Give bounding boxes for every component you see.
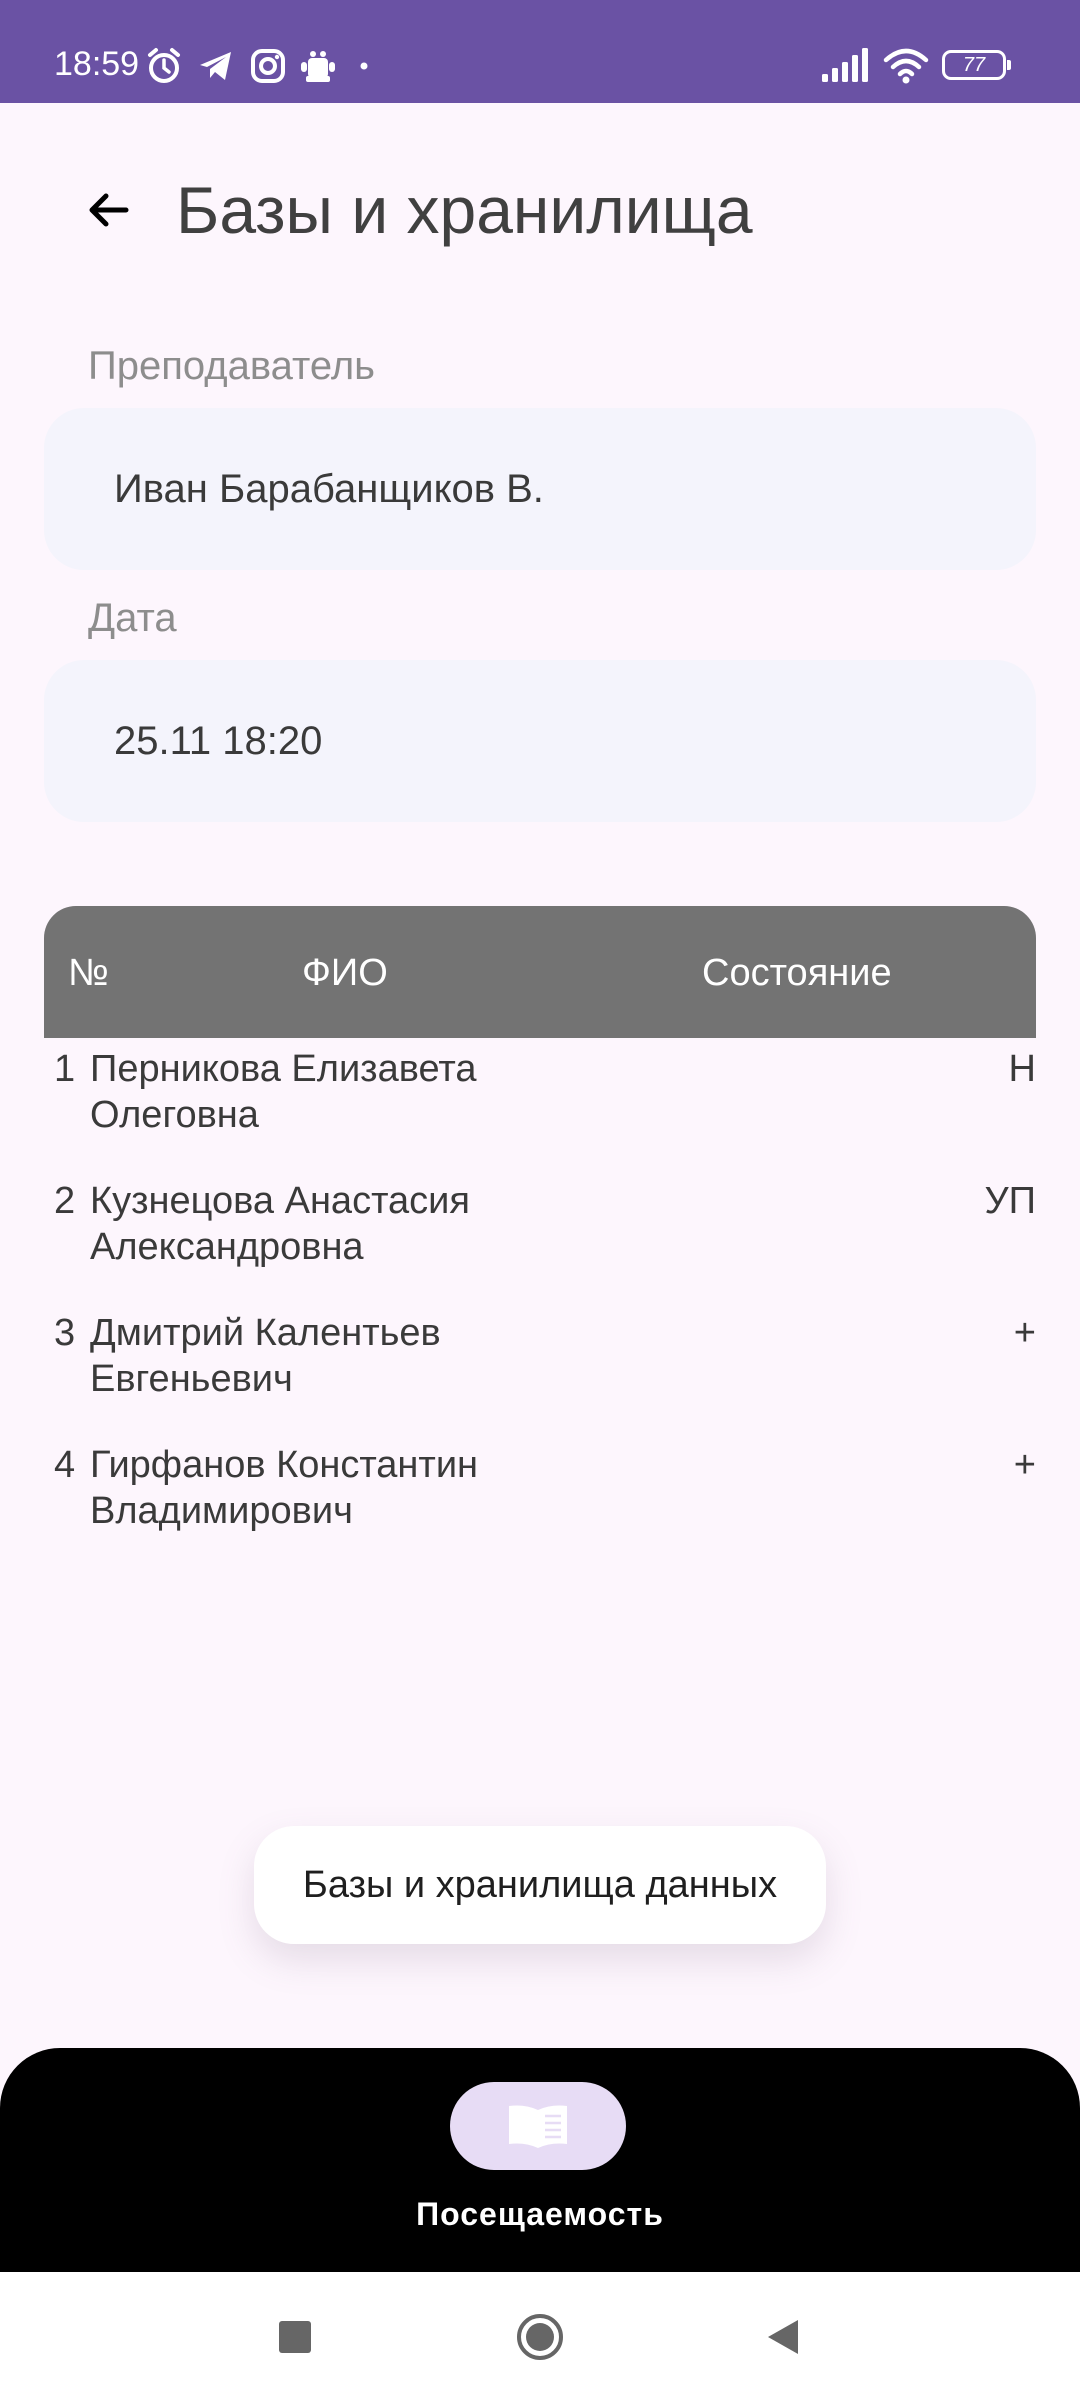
row-state[interactable]: УП: [985, 1178, 1036, 1224]
toast: Базы и хранилища данных: [254, 1826, 826, 1944]
date-value: 25.11 18:20: [114, 719, 323, 763]
table-header: № ФИО Состояние: [44, 906, 1036, 1038]
arrow-left-icon: [89, 193, 129, 227]
column-header-name: ФИО: [302, 952, 388, 994]
row-name: Кузнецова Анастасия Александровна: [90, 1180, 470, 1268]
recents-button[interactable]: [270, 2312, 320, 2362]
table-row[interactable]: 2 Кузнецова Анастасия Александровна УП: [44, 1178, 1036, 1310]
teacher-field[interactable]: Иван Барабанщиков В.: [44, 408, 1036, 570]
date-label: Дата: [88, 596, 177, 640]
wifi-icon: [883, 48, 929, 84]
signal-icon: [822, 48, 868, 82]
home-button[interactable]: [515, 2312, 565, 2362]
row-state[interactable]: +: [1014, 1442, 1036, 1488]
system-nav: [0, 2272, 1080, 2400]
nav-item-attendance[interactable]: [450, 2082, 626, 2170]
date-field[interactable]: 25.11 18:20: [44, 660, 1036, 822]
row-number: 1: [54, 1048, 76, 1090]
table-row[interactable]: 3 Дмитрий Калентьев Евгеньевич +: [44, 1310, 1036, 1442]
table-row[interactable]: 4 Гирфанов Константин Владимирович +: [44, 1442, 1036, 1574]
page-title: Базы и хранилища: [176, 173, 753, 247]
nav-label-attendance[interactable]: Посещаемость: [0, 2194, 1080, 2234]
row-number: 3: [54, 1312, 76, 1354]
teacher-label: Преподаватель: [88, 344, 375, 388]
battery-level: 77: [962, 54, 986, 76]
teacher-value: Иван Барабанщиков В.: [114, 467, 544, 511]
column-header-state: Состояние: [702, 952, 892, 994]
recents-icon: [279, 2321, 311, 2353]
dot-icon: [360, 62, 368, 70]
system-back-button[interactable]: [758, 2312, 808, 2362]
toast-text: Базы и хранилища данных: [302, 1864, 778, 1906]
battery-icon: 77: [942, 50, 1011, 80]
row-name: Перникова Елизавета Олеговна: [90, 1048, 477, 1136]
alarm-icon: [148, 48, 180, 83]
row-state[interactable]: Н: [1009, 1046, 1036, 1092]
bottom-nav: Посещаемость: [0, 2048, 1080, 2272]
telegram-icon: [200, 52, 231, 80]
table-row[interactable]: 1 Перникова Елизавета Олеговна Н: [44, 1046, 1036, 1178]
status-time: 18:59: [54, 45, 140, 83]
app-icon: [301, 51, 335, 82]
home-icon: [517, 2314, 563, 2360]
book-icon: [509, 2105, 567, 2148]
back-triangle-icon: [768, 2320, 798, 2354]
row-state[interactable]: +: [1014, 1310, 1036, 1356]
back-button[interactable]: [80, 182, 136, 238]
row-number: 4: [54, 1444, 76, 1486]
column-header-number: №: [68, 952, 109, 994]
status-bar: 18:59 77: [0, 0, 1080, 103]
status-right-icons: 77: [820, 46, 1020, 86]
row-name: Гирфанов Константин Владимирович: [90, 1444, 479, 1532]
instagram-icon: [251, 49, 285, 83]
row-name: Дмитрий Калентьев Евгеньевич: [90, 1312, 441, 1400]
row-number: 2: [54, 1180, 76, 1222]
